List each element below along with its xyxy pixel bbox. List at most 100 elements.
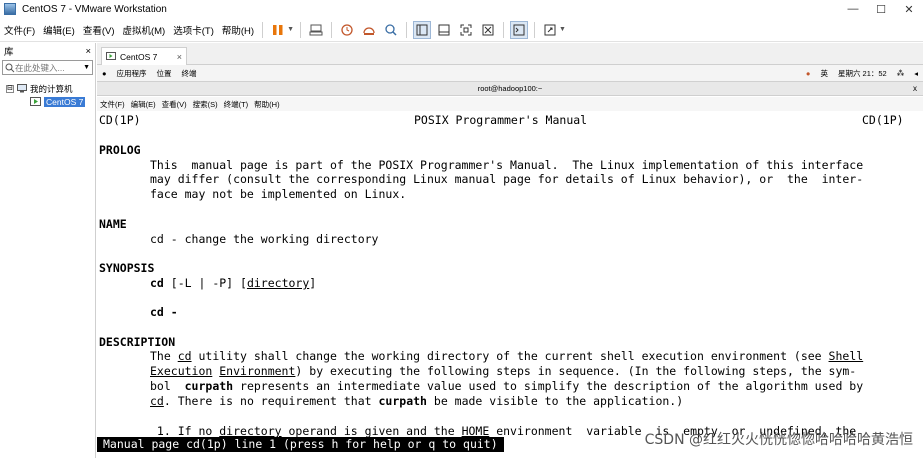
snapshot-icon[interactable] xyxy=(338,21,356,39)
places-menu[interactable]: 位置 xyxy=(152,68,177,79)
library-title: 库 xyxy=(4,47,14,58)
menu-tabs[interactable]: 选项卡(T) xyxy=(169,18,218,42)
toolbar-separator xyxy=(262,21,264,38)
chevron-down-icon[interactable]: ▼ xyxy=(559,26,566,33)
minimize-button[interactable]: — xyxy=(839,0,867,18)
language-indicator[interactable]: 英 xyxy=(815,68,833,79)
tree-item-label: 我的计算机 xyxy=(30,83,73,94)
toolbar-separator xyxy=(503,21,505,38)
tree-item-vm[interactable]: CentOS 7 xyxy=(0,95,95,108)
search-icon xyxy=(5,63,15,72)
tab-strip: CentOS 7 × xyxy=(97,43,923,65)
text: HOME xyxy=(461,424,490,438)
text: be made visible to the application.) xyxy=(426,394,684,408)
terminal-content[interactable]: CD(1P) POSIX Programmer's Manual CD(1P) … xyxy=(97,111,923,458)
title-bar: CentOS 7 - VMware Workstation — ☐ ✕ xyxy=(0,0,923,18)
synopsis-close: ] xyxy=(309,276,317,290)
terminal-menu-search[interactable]: 搜索(S) xyxy=(190,99,221,110)
vm-icon xyxy=(106,52,116,60)
man-header-left: CD(1P) xyxy=(99,113,141,127)
volume-icon[interactable]: ◂ xyxy=(909,69,923,78)
section-description: DESCRIPTION xyxy=(99,335,176,349)
synopsis-line: cd - xyxy=(150,305,178,319)
menu-file[interactable]: 文件(F) xyxy=(0,18,39,42)
library-close-button[interactable]: × xyxy=(85,46,91,57)
close-button[interactable]: ✕ xyxy=(895,0,923,18)
show-library-icon[interactable] xyxy=(413,20,432,39)
tree-item-label: CentOS 7 xyxy=(44,96,86,107)
search-input[interactable] xyxy=(15,61,75,74)
synopsis-line: cd [-L | -P] [directory] xyxy=(150,276,316,291)
library-sidebar: 库 × ▼ ⊟ 我的计算机 CentOS 7 xyxy=(0,43,96,458)
description-line: The cd utility shall change the working … xyxy=(150,349,863,364)
text: represents an intermediate value used to… xyxy=(233,379,864,393)
tree-item-my-computer[interactable]: ⊟ 我的计算机 xyxy=(0,82,95,95)
terminal-titlebar: root@hadoop100:~ x xyxy=(97,82,923,96)
text: Shell xyxy=(828,349,864,363)
synopsis-opts: [-L | -P] [ xyxy=(163,276,247,290)
terminal-menu-help[interactable]: 帮助(H) xyxy=(251,99,282,110)
tab-close-icon[interactable]: × xyxy=(177,52,182,62)
revert-snapshot-icon[interactable] xyxy=(360,21,378,39)
snapshot-manager-icon[interactable] xyxy=(382,21,400,39)
toolbar-separator xyxy=(406,21,408,38)
synopsis-cmd: cd xyxy=(150,276,164,290)
menu-toolbar: 文件(F) 编辑(E) 查看(V) 虚拟机(M) 选项卡(T) 帮助(H) ▼ … xyxy=(0,18,923,42)
menu-edit[interactable]: 编辑(E) xyxy=(39,18,79,42)
section-name: NAME xyxy=(99,217,127,231)
text: directory xyxy=(219,424,282,438)
prolog-line: face may not be implemented on Linux. xyxy=(150,187,407,201)
menu-view[interactable]: 查看(V) xyxy=(79,18,119,42)
clock[interactable]: 星期六 21：52 xyxy=(833,68,892,79)
terminal-menu-terminal[interactable]: 终端(T) xyxy=(221,99,252,110)
text: operand is given and the xyxy=(281,424,462,438)
text: cd xyxy=(150,394,164,408)
maximize-button[interactable]: ☐ xyxy=(867,0,895,18)
network-icon[interactable]: ⁂ xyxy=(892,69,910,78)
text: curpath xyxy=(184,379,234,393)
text: curpath xyxy=(378,394,427,408)
terminal-menu-view[interactable]: 查看(V) xyxy=(159,99,190,110)
terminal-menu-file[interactable]: 文件(F) xyxy=(97,99,128,110)
menu-vm[interactable]: 虚拟机(M) xyxy=(118,18,169,42)
vmware-logo-icon xyxy=(4,3,16,15)
text: Environment xyxy=(219,364,296,378)
terminal-close-button[interactable]: x xyxy=(913,82,917,96)
prolog-line: may differ (consult the corresponding Li… xyxy=(150,172,864,186)
stretch-guest-icon[interactable] xyxy=(541,21,559,39)
vm-tree: ⊟ 我的计算机 CentOS 7 xyxy=(0,76,95,108)
man-header-center: POSIX Programmer's Manual xyxy=(414,113,588,127)
menu-help[interactable]: 帮助(H) xyxy=(218,18,258,42)
send-keys-icon[interactable] xyxy=(307,21,325,39)
fullscreen-icon[interactable] xyxy=(457,21,475,39)
watermark: CSDN @红红火火恍恍惚惚哈哈哈哈黄浩恒 xyxy=(644,432,913,448)
section-synopsis: SYNOPSIS xyxy=(99,261,155,275)
collapse-icon[interactable]: ⊟ xyxy=(6,84,14,93)
text: ) by executing the following steps in se… xyxy=(295,364,857,378)
console-view-icon[interactable] xyxy=(510,20,529,39)
text: . There is no requirement that xyxy=(163,394,379,408)
terminal-title: root@hadoop100:~ xyxy=(477,84,543,93)
name-line: cd - change the working directory xyxy=(150,232,379,246)
prolog-line: This manual page is part of the POSIX Pr… xyxy=(150,158,864,172)
text: cd xyxy=(177,349,192,363)
terminal-menu-edit[interactable]: 编辑(E) xyxy=(128,99,159,110)
applications-menu[interactable]: 应用程序 xyxy=(112,68,152,79)
toolbar-separator xyxy=(331,21,333,38)
chevron-down-icon[interactable]: ▼ xyxy=(83,64,90,71)
chevron-down-icon[interactable]: ▼ xyxy=(287,26,294,33)
text: 1. If no xyxy=(150,424,220,438)
terminal-menu[interactable]: 终端 xyxy=(177,68,202,79)
computer-icon xyxy=(17,84,27,93)
library-search[interactable]: ▼ xyxy=(2,60,93,75)
unity-icon[interactable] xyxy=(479,21,497,39)
synopsis-dir: directory xyxy=(246,276,310,290)
input-method-icon[interactable]: ● xyxy=(801,69,816,78)
tab-centos[interactable]: CentOS 7 × xyxy=(101,47,187,65)
thumbnail-bar-icon[interactable] xyxy=(435,21,453,39)
pause-icon[interactable] xyxy=(269,21,287,39)
description-line: cd. There is no requirement that curpath… xyxy=(150,394,683,409)
text: bol xyxy=(150,379,185,393)
window-title: CentOS 7 - VMware Workstation xyxy=(22,3,167,15)
guest-top-bar: ● 应用程序 位置 终端 ● 英 星期六 21：52 ⁂ ◂ xyxy=(97,65,923,82)
